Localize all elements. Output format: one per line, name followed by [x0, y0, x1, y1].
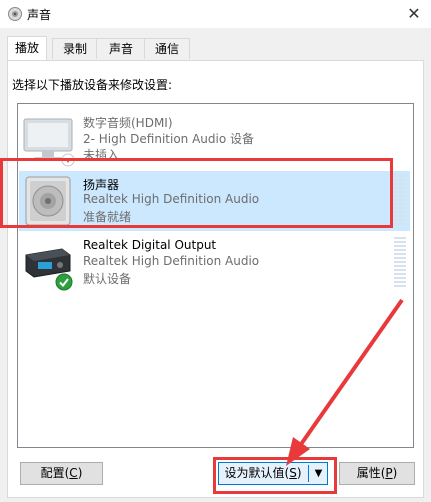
close-icon: ✕: [407, 4, 421, 23]
device-description: Realtek High Definition Audio: [83, 254, 260, 268]
volume-meter: [394, 175, 406, 225]
tab-communications[interactable]: 通信: [144, 38, 190, 59]
device-name: 数字音频(HDMI): [83, 116, 173, 130]
device-description: 2- High Definition Audio 设备: [83, 132, 255, 146]
speaker-icon: [8, 7, 22, 21]
annotation-highlight-box: [0, 158, 393, 228]
default-check-icon: [55, 273, 73, 291]
annotation-button-box: [213, 457, 337, 494]
instruction-label: 选择以下播放设备来修改设置:: [12, 78, 173, 92]
close-button[interactable]: ✕: [403, 3, 425, 25]
device-status: 默认设备: [83, 272, 132, 286]
device-list[interactable]: 数字音频(HDMI) 2- High Definition Audio 设备 未…: [17, 103, 414, 448]
title-bar: 声音 ✕: [0, 0, 431, 28]
volume-meter: [394, 237, 406, 287]
tab-sounds[interactable]: 声音: [96, 38, 146, 59]
tab-recording[interactable]: 录制: [52, 38, 98, 59]
configure-button[interactable]: 配置(C): [20, 462, 103, 485]
window-title: 声音: [27, 8, 52, 22]
list-item-digital-output[interactable]: Realtek Digital Output Realtek High Defi…: [19, 233, 410, 293]
device-name: Realtek Digital Output: [83, 238, 217, 252]
tab-playback[interactable]: 播放: [7, 36, 47, 60]
properties-button[interactable]: 属性(P): [339, 462, 415, 485]
